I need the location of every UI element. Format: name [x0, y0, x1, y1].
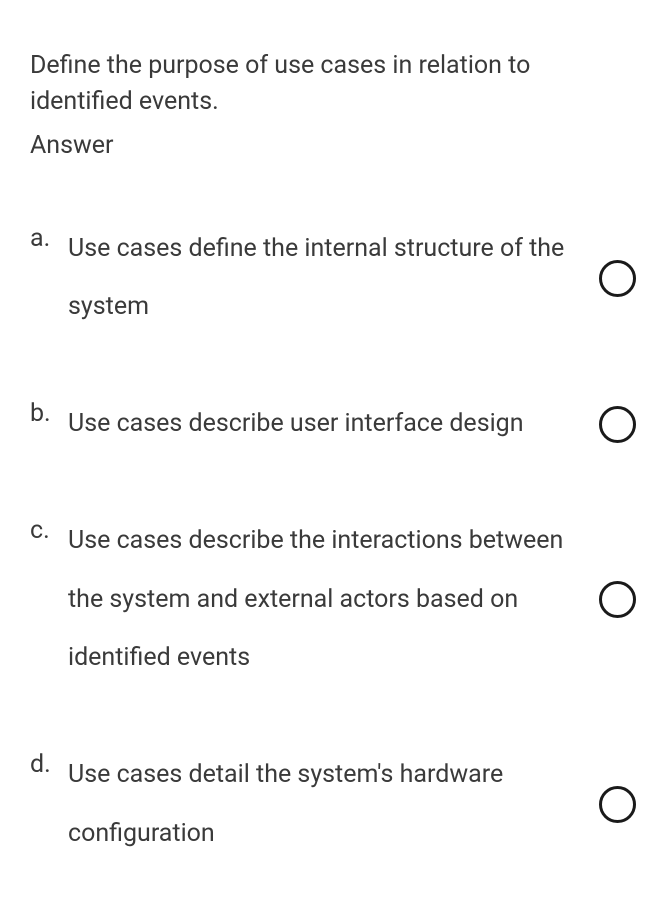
option-a-row[interactable]: a. Use cases define the internal structu… — [30, 220, 636, 338]
option-c-text: Use cases describe the interactions betw… — [68, 512, 579, 688]
option-d-content: d. Use cases detail the system's hardwar… — [30, 746, 599, 864]
option-c-content: c. Use cases describe the interactions b… — [30, 512, 599, 688]
option-d-radio[interactable] — [599, 786, 636, 823]
option-b-text: Use cases describe user interface design — [68, 395, 579, 454]
option-d-row[interactable]: d. Use cases detail the system's hardwar… — [30, 746, 636, 864]
option-d-text: Use cases detail the system's hardware c… — [68, 746, 579, 864]
option-d-letter: d. — [30, 746, 68, 784]
option-c-letter: c. — [30, 512, 68, 550]
option-c-row[interactable]: c. Use cases describe the interactions b… — [30, 512, 636, 688]
option-a-content: a. Use cases define the internal structu… — [30, 220, 599, 338]
option-a-text: Use cases define the internal structure … — [68, 220, 579, 338]
option-b-letter: b. — [30, 395, 68, 433]
question-text: Define the purpose of use cases in relat… — [30, 48, 636, 121]
option-a-letter: a. — [30, 220, 68, 258]
option-a-radio[interactable] — [599, 260, 636, 297]
option-b-row[interactable]: b. Use cases describe user interface des… — [30, 395, 636, 454]
option-b-radio[interactable] — [599, 406, 636, 443]
option-c-radio[interactable] — [599, 581, 636, 618]
answer-label: Answer — [30, 131, 636, 160]
option-b-content: b. Use cases describe user interface des… — [30, 395, 599, 454]
header-partial-text — [30, 0, 636, 8]
